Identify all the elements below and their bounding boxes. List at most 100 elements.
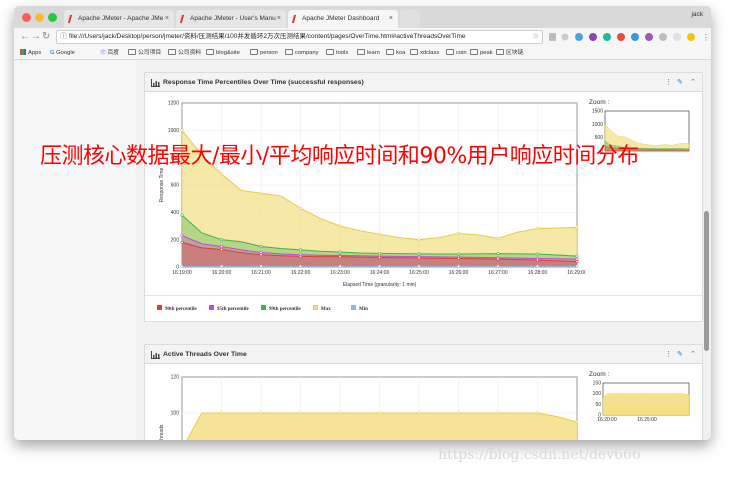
folder-icon bbox=[168, 49, 176, 55]
bookmark-folder[interactable]: 区块链 bbox=[496, 49, 523, 57]
dashboard-sidebar bbox=[14, 61, 136, 440]
data-point bbox=[259, 191, 263, 195]
folder-icon bbox=[496, 49, 504, 55]
bookmark-folder[interactable]: company bbox=[285, 49, 319, 57]
zoom-chart[interactable]: 05010015016:20:00 16:25:00 bbox=[585, 379, 695, 435]
page-scrollbar[interactable] bbox=[704, 211, 709, 351]
tab-jmeter-apache[interactable]: Apache JMeter - Apache JMe × bbox=[64, 10, 174, 28]
legend-swatch bbox=[209, 305, 214, 310]
data-point bbox=[456, 411, 460, 415]
data-point bbox=[299, 254, 303, 258]
data-point bbox=[338, 255, 342, 259]
x-tick-label: 16:20:00 bbox=[212, 270, 232, 276]
extension-icon-2 bbox=[561, 33, 569, 41]
folder-icon bbox=[206, 49, 214, 55]
bookmark-folder[interactable]: coin bbox=[446, 49, 467, 57]
legend-label: Max bbox=[321, 307, 331, 312]
data-point bbox=[378, 255, 382, 259]
legend-item[interactable]: 95th percentile bbox=[209, 305, 249, 314]
extension-icon-9 bbox=[659, 33, 667, 41]
legend-label: 90th percentile bbox=[165, 307, 197, 312]
annotation-overlay-text: 压测核心数据最大/最小/平均响应时间和90%用户响应时间分布 bbox=[40, 144, 639, 169]
data-point bbox=[180, 264, 184, 268]
collapse-chevron-icon[interactable]: ⌃ bbox=[690, 345, 696, 364]
bookmark-folder[interactable]: tools bbox=[326, 49, 348, 57]
data-point bbox=[456, 264, 460, 268]
y-tick-label: 1200 bbox=[168, 101, 179, 107]
legend-item[interactable]: Max bbox=[313, 305, 331, 314]
panel-title: Response Time Percentiles Over Time (suc… bbox=[163, 79, 364, 86]
close-tab-icon[interactable]: × bbox=[165, 10, 169, 28]
address-bar[interactable]: ⓘ file:///Users/jack/Desktop/person/jmet… bbox=[56, 30, 543, 44]
legend-item[interactable]: 99th percentile bbox=[261, 305, 301, 314]
bookmark-baidu[interactable]: ❀ 百度 bbox=[100, 49, 119, 57]
close-window-button[interactable] bbox=[22, 13, 31, 22]
minimize-window-button[interactable] bbox=[35, 13, 44, 22]
bar-chart-icon bbox=[151, 79, 160, 87]
legend-item[interactable]: 90th percentile bbox=[157, 305, 197, 314]
legend-item[interactable]: Min bbox=[351, 305, 368, 314]
zoom-y-tick: 150 bbox=[593, 381, 602, 387]
x-tick-label: 16:21:00 bbox=[251, 270, 271, 276]
x-tick-label: 16:22:00 bbox=[291, 270, 311, 276]
extension-icons[interactable]: ⋮ bbox=[549, 31, 707, 43]
data-point bbox=[496, 411, 500, 415]
watermark-text: https://blog.csdn.net/dev666 bbox=[438, 447, 641, 463]
chart-legend: 90th percentile 95th percentile 99th perce… bbox=[145, 295, 702, 321]
data-point bbox=[180, 240, 184, 244]
bookmark-folder[interactable]: koa bbox=[386, 49, 405, 57]
y-tick-label: 200 bbox=[171, 237, 180, 243]
more-vertical-icon[interactable]: ⋮ bbox=[665, 345, 672, 364]
tab-title: Apache JMeter Dashboard bbox=[302, 15, 380, 22]
data-point bbox=[456, 257, 460, 261]
back-arrow-icon[interactable]: ← bbox=[20, 31, 30, 43]
x-axis-label: Elapsed Time (granularity: 1 min) bbox=[343, 282, 417, 288]
bookmark-folder[interactable]: learn bbox=[357, 49, 380, 57]
data-point bbox=[496, 264, 500, 268]
data-point bbox=[220, 264, 224, 268]
x-tick-label: 16:25:00 bbox=[409, 270, 429, 276]
close-tab-icon[interactable]: × bbox=[389, 10, 393, 28]
bookmark-folder[interactable]: blog&site bbox=[206, 49, 240, 57]
data-point bbox=[575, 264, 579, 268]
data-point bbox=[299, 248, 303, 252]
data-point bbox=[378, 264, 382, 268]
x-tick-label: 16:29:00 bbox=[567, 270, 585, 276]
bookmark-apps[interactable]: Apps bbox=[20, 49, 41, 57]
jmeter-favicon-icon bbox=[179, 15, 189, 23]
zoom-x-tick: 16:25:00 bbox=[637, 417, 657, 423]
wrench-icon[interactable]: ✎ bbox=[677, 345, 683, 364]
close-tab-icon[interactable]: × bbox=[277, 10, 281, 28]
data-point bbox=[496, 252, 500, 256]
bookmark-folder[interactable]: xdclass bbox=[410, 49, 439, 57]
extension-icon-8 bbox=[645, 33, 653, 41]
legend-label: Min bbox=[359, 307, 368, 312]
folder-icon bbox=[410, 49, 418, 55]
more-vertical-icon[interactable]: ⋮ bbox=[665, 73, 672, 92]
data-point bbox=[456, 252, 460, 256]
data-point bbox=[535, 252, 539, 256]
data-point bbox=[417, 256, 421, 260]
reload-icon[interactable]: ↻ bbox=[42, 31, 50, 43]
new-tab-button[interactable] bbox=[400, 10, 420, 28]
tab-jmeter-manual[interactable]: Apache JMeter - User's Manu × bbox=[176, 10, 286, 28]
data-point bbox=[180, 234, 184, 238]
wrench-icon[interactable]: ✎ bbox=[677, 73, 683, 92]
bookmark-folder[interactable]: 公司项目 bbox=[128, 49, 161, 57]
folder-icon bbox=[470, 49, 478, 55]
bookmark-folder[interactable]: 公司资料 bbox=[168, 49, 201, 57]
tab-jmeter-dashboard[interactable]: Apache JMeter Dashboard × bbox=[288, 10, 398, 28]
data-point bbox=[259, 245, 263, 249]
zoom-label: Zoom : bbox=[589, 99, 610, 106]
forward-arrow-icon[interactable]: → bbox=[31, 31, 41, 43]
profile-name[interactable]: jack bbox=[691, 11, 703, 18]
folder-icon bbox=[386, 49, 394, 55]
bookmark-folder[interactable]: person bbox=[250, 49, 278, 57]
bookmark-google[interactable]: G Google bbox=[50, 49, 75, 57]
data-point bbox=[535, 411, 539, 415]
maximize-window-button[interactable] bbox=[48, 13, 57, 22]
bookmark-folder[interactable]: peak bbox=[470, 49, 493, 57]
info-icon[interactable]: ⓘ bbox=[60, 31, 67, 43]
collapse-chevron-icon[interactable]: ⌃ bbox=[690, 73, 696, 92]
star-bookmark-icon[interactable]: ☆ bbox=[529, 31, 539, 43]
